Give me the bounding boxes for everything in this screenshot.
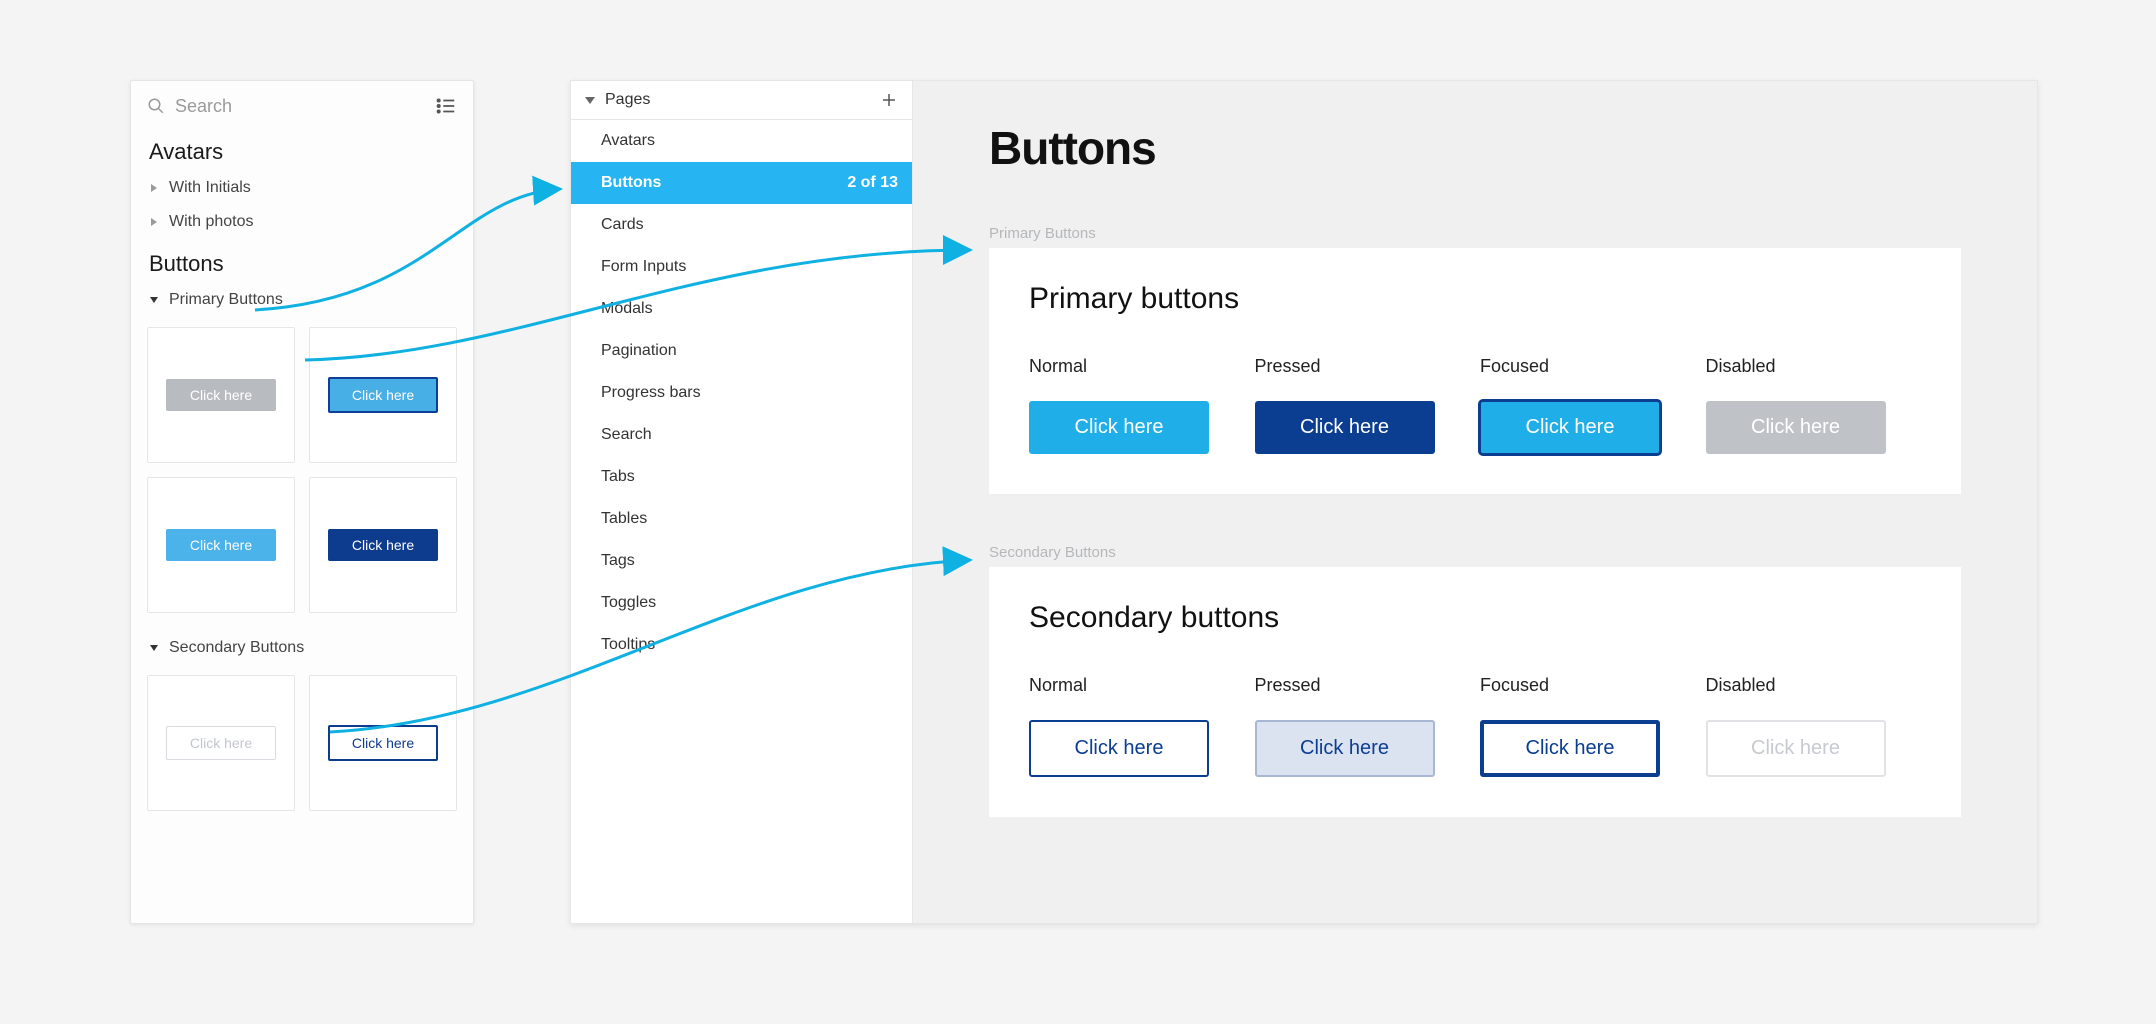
- state-pressed: Pressed Click here: [1255, 675, 1471, 777]
- component-item-label: With Initials: [169, 179, 251, 197]
- thumb-secondary-disabled[interactable]: Click here: [147, 675, 295, 811]
- secondary-button-normal[interactable]: Click here: [1029, 720, 1209, 777]
- pages-header-label: Pages: [605, 91, 650, 109]
- components-search-row: [131, 81, 473, 127]
- component-group-secondary-buttons[interactable]: Secondary Buttons: [131, 631, 473, 665]
- state-pressed: Pressed Click here: [1255, 356, 1471, 454]
- pages-header[interactable]: Pages: [571, 81, 912, 120]
- mini-button: Click here: [166, 529, 276, 561]
- mini-button: Click here: [328, 529, 438, 561]
- frame-heading: Primary buttons: [1029, 282, 1921, 316]
- page-item-label: Tags: [601, 552, 635, 569]
- page-item-cards[interactable]: Cards: [571, 204, 912, 246]
- page-item-label: Tooltips: [601, 636, 655, 653]
- page-item-pagination[interactable]: Pagination: [571, 330, 912, 372]
- list-icon[interactable]: [435, 95, 457, 117]
- secondary-button-disabled: Click here: [1706, 720, 1886, 777]
- page-item-label: Avatars: [601, 132, 655, 149]
- search-icon: [147, 97, 165, 115]
- page-item-tables[interactable]: Tables: [571, 498, 912, 540]
- secondary-button-pressed[interactable]: Click here: [1255, 720, 1435, 777]
- page-item-label: Pagination: [601, 342, 677, 359]
- page-title: Buttons: [989, 121, 1961, 175]
- page-item-label: Tabs: [601, 468, 635, 485]
- state-disabled: Disabled Click here: [1706, 675, 1922, 777]
- state-focused: Focused Click here: [1480, 675, 1696, 777]
- page-item-modals[interactable]: Modals: [571, 288, 912, 330]
- primary-button-normal[interactable]: Click here: [1029, 401, 1209, 454]
- frame-label-secondary: Secondary Buttons: [989, 544, 1961, 561]
- component-item-with-photos[interactable]: With photos: [131, 205, 473, 239]
- page-item-avatars[interactable]: Avatars: [571, 120, 912, 162]
- components-panel: Avatars With Initials With photos Button…: [130, 80, 474, 924]
- component-item-with-initials[interactable]: With Initials: [131, 171, 473, 205]
- secondary-thumbnails: Click here Click here: [131, 665, 473, 829]
- frame-secondary-buttons[interactable]: Secondary buttons Normal Click here Pres…: [989, 567, 1961, 817]
- secondary-button-focused[interactable]: Click here: [1480, 720, 1660, 777]
- search-input[interactable]: [175, 96, 435, 117]
- page-item-count: 2 of 13: [847, 174, 898, 192]
- state-label: Pressed: [1255, 675, 1471, 696]
- state-normal: Normal Click here: [1029, 675, 1245, 777]
- mini-button: Click here: [328, 725, 438, 761]
- page-item-label: Progress bars: [601, 384, 701, 401]
- mini-button: Click here: [166, 726, 276, 760]
- page-item-progress-bars[interactable]: Progress bars: [571, 372, 912, 414]
- page-item-toggles[interactable]: Toggles: [571, 582, 912, 624]
- page-item-label: Form Inputs: [601, 258, 686, 275]
- page-item-label: Tables: [601, 510, 647, 527]
- page-item-label: Toggles: [601, 594, 656, 611]
- section-buttons-title: Buttons: [131, 239, 473, 283]
- component-item-label: With photos: [169, 213, 253, 231]
- page-item-search[interactable]: Search: [571, 414, 912, 456]
- state-normal: Normal Click here: [1029, 356, 1245, 454]
- state-focused: Focused Click here: [1480, 356, 1696, 454]
- frame-heading: Secondary buttons: [1029, 601, 1921, 635]
- main-panel: Pages Avatars Buttons 2 of 13 Cards Form…: [570, 80, 2038, 924]
- state-label: Disabled: [1706, 356, 1922, 377]
- page-item-tags[interactable]: Tags: [571, 540, 912, 582]
- mini-button: Click here: [166, 379, 276, 411]
- component-group-primary-buttons[interactable]: Primary Buttons: [131, 283, 473, 317]
- thumb-secondary-focused[interactable]: Click here: [309, 675, 457, 811]
- page-item-label: Cards: [601, 216, 644, 233]
- page-item-label: Buttons: [601, 174, 661, 192]
- state-label: Disabled: [1706, 675, 1922, 696]
- thumb-primary-pressed[interactable]: Click here: [309, 477, 457, 613]
- frame-label-primary: Primary Buttons: [989, 225, 1961, 242]
- component-group-label: Primary Buttons: [169, 291, 283, 309]
- section-avatars-title: Avatars: [131, 127, 473, 171]
- primary-button-focused[interactable]: Click here: [1480, 401, 1660, 454]
- primary-thumbnails: Click here Click here Click here Click h…: [131, 317, 473, 631]
- state-label: Focused: [1480, 675, 1696, 696]
- pages-pane: Pages Avatars Buttons 2 of 13 Cards Form…: [571, 81, 913, 923]
- frame-primary-buttons[interactable]: Primary buttons Normal Click here Presse…: [989, 248, 1961, 494]
- add-page-icon[interactable]: [880, 91, 898, 109]
- primary-button-disabled: Click here: [1706, 401, 1886, 454]
- state-label: Pressed: [1255, 356, 1471, 377]
- state-label: Normal: [1029, 675, 1245, 696]
- page-item-tooltips[interactable]: Tooltips: [571, 624, 912, 666]
- primary-button-pressed[interactable]: Click here: [1255, 401, 1435, 454]
- page-item-form-inputs[interactable]: Form Inputs: [571, 246, 912, 288]
- canvas[interactable]: Buttons Primary Buttons Primary buttons …: [913, 81, 2037, 923]
- thumb-primary-normal[interactable]: Click here: [147, 477, 295, 613]
- page-item-label: Search: [601, 426, 652, 443]
- page-item-buttons[interactable]: Buttons 2 of 13: [571, 162, 912, 204]
- state-disabled: Disabled Click here: [1706, 356, 1922, 454]
- state-label: Focused: [1480, 356, 1696, 377]
- page-item-tabs[interactable]: Tabs: [571, 456, 912, 498]
- thumb-primary-focused[interactable]: Click here: [309, 327, 457, 463]
- thumb-primary-disabled[interactable]: Click here: [147, 327, 295, 463]
- mini-button: Click here: [328, 377, 438, 413]
- chevron-down-icon: [585, 97, 595, 104]
- page-item-label: Modals: [601, 300, 653, 317]
- component-group-label: Secondary Buttons: [169, 639, 304, 657]
- state-label: Normal: [1029, 356, 1245, 377]
